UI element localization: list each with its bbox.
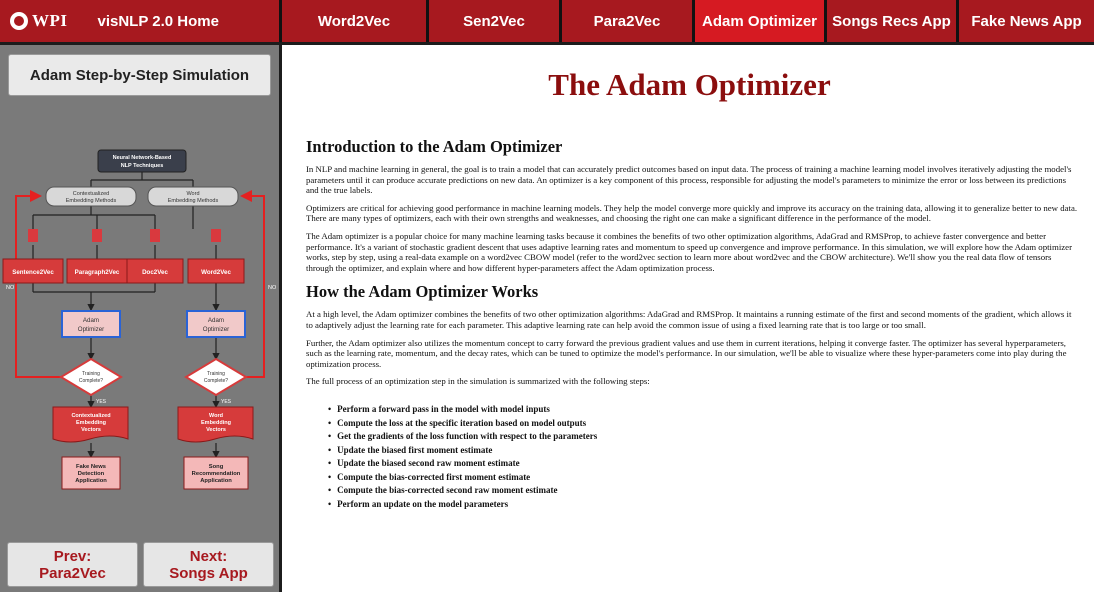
tab-songs-recs-app[interactable]: Songs Recs App [827, 0, 959, 42]
flow-decision-left-line1: Training [82, 371, 100, 377]
sidebar: Adam Step-by-Step Simulation Neural Netw… [0, 45, 282, 592]
next-button-line2: Songs App [169, 564, 248, 582]
nlp-techniques-flowchart: Neural Network-Based NLP Techniques Cont… [2, 149, 277, 490]
document-icon [28, 229, 38, 242]
top-navigation: WPI visNLP 2.0 Home Word2Vec Sen2Vec Par… [0, 0, 1094, 45]
intro-paragraph-2: Optimizers are critical for achieving go… [306, 202, 1078, 224]
flow-root-line1: Neural Network-Based [113, 155, 172, 161]
list-item: Get the gradients of the loss function w… [328, 430, 1078, 444]
flow-vectors-right-line3: Vectors [206, 427, 226, 433]
flow-app-right-line1: Song [209, 464, 224, 470]
wpi-logo-text: WPI [32, 11, 68, 30]
wpi-logo[interactable]: WPI [10, 11, 68, 31]
flow-decision-right-line1: Training [207, 371, 225, 377]
flow-vectors-right-line2: Embedding [201, 420, 231, 426]
flow-no-label-right: NO [268, 285, 277, 291]
flow-vectors-left-line3: Vectors [81, 427, 101, 433]
tab-adam-optimizer[interactable]: Adam Optimizer [695, 0, 827, 42]
prev-button-line1: Prev: [53, 547, 92, 565]
flow-branch-left-line1: Contextualized [73, 191, 109, 197]
flow-root-line2: NLP Techniques [121, 163, 164, 169]
tab-word2vec[interactable]: Word2Vec [282, 0, 429, 42]
document-icon [211, 229, 221, 242]
article-body: Introduction to the Adam Optimizer In NL… [306, 137, 1078, 512]
flow-optimizer-left-line1: Adam [83, 317, 99, 324]
flow-decision-right-line2: Complete? [204, 378, 228, 384]
nav-brand: WPI visNLP 2.0 Home [0, 0, 282, 42]
how-paragraph-2: Further, the Adam optimizer also utilize… [306, 337, 1067, 369]
flow-optimizer-right-line1: Adam [208, 317, 224, 324]
flow-method-doc2vec: Doc2Vec [142, 269, 168, 276]
list-item: Perform a forward pass in the model with… [328, 403, 1078, 417]
list-item: Compute the bias-corrected second raw mo… [328, 484, 1078, 498]
list-item: Perform an update on the model parameter… [328, 498, 1078, 512]
how-paragraph-1: At a high level, the Adam optimizer comb… [306, 309, 1072, 330]
flow-branch-left-line2: Embedding Methods [66, 198, 117, 204]
prev-button[interactable]: Prev: Para2Vec [7, 542, 138, 587]
flow-app-left-line1: Fake News [76, 464, 106, 470]
optimization-steps-list: Perform a forward pass in the model with… [328, 403, 1078, 512]
list-item: Update the biased first moment estimate [328, 444, 1078, 458]
flow-optimizer-left-line2: Optimizer [78, 326, 104, 333]
flow-yes-label-left: YES [96, 399, 107, 405]
tab-fake-news-app[interactable]: Fake News App [959, 0, 1094, 42]
flow-decision-left-line2: Complete? [79, 378, 103, 384]
next-button[interactable]: Next: Songs App [143, 542, 274, 587]
document-icon [92, 229, 102, 242]
next-button-line1: Next: [189, 547, 228, 565]
list-item: Compute the bias-corrected first moment … [328, 471, 1078, 485]
flow-vectors-right-line1: Word [209, 413, 223, 419]
flow-vectors-left-line2: Embedding [76, 420, 106, 426]
home-link[interactable]: visNLP 2.0 Home [98, 13, 219, 30]
wpi-seal-icon [10, 12, 28, 30]
flow-branch-right-line2: Embedding Methods [168, 198, 219, 204]
section-heading-intro: Introduction to the Adam Optimizer [306, 137, 563, 156]
flow-app-left-line2: Detection [78, 471, 105, 477]
tab-sen2vec[interactable]: Sen2Vec [429, 0, 562, 42]
flow-yes-label-right: YES [221, 399, 232, 405]
prev-button-line2: Para2Vec [39, 564, 106, 582]
intro-paragraph-1: In NLP and machine learning in general, … [306, 164, 1072, 196]
flow-method-paragraph2vec: Paragraph2Vec [75, 269, 120, 276]
flow-optimizer-right-line2: Optimizer [203, 326, 229, 333]
flow-vectors-left-line1: Contextualized [71, 413, 110, 419]
list-item: Update the biased second raw moment esti… [328, 457, 1078, 471]
page-title: The Adam Optimizer [548, 67, 831, 102]
list-item: Compute the loss at the specific iterati… [328, 417, 1078, 431]
flow-branch-right-line1: Word [186, 191, 199, 197]
flow-app-right-line3: Application [200, 478, 232, 484]
document-icon [150, 229, 160, 242]
flow-app-right-line2: Recommendation [192, 471, 241, 477]
flow-method-word2vec: Word2Vec [201, 269, 231, 276]
flow-app-left-line3: Application [75, 478, 107, 484]
tab-para2vec[interactable]: Para2Vec [562, 0, 695, 42]
flow-method-sentence2vec: Sentence2Vec [12, 269, 54, 276]
how-paragraph-3: The full process of an optimization step… [306, 376, 650, 387]
intro-paragraph-3: The Adam optimizer is a popular choice f… [306, 230, 1073, 273]
main-content: The Adam Optimizer Introduction to the A… [285, 45, 1094, 592]
flow-no-label-left: NO [6, 285, 15, 291]
section-heading-how-it-works: How the Adam Optimizer Works [306, 282, 539, 302]
adam-simulation-button[interactable]: Adam Step-by-Step Simulation [8, 54, 271, 96]
